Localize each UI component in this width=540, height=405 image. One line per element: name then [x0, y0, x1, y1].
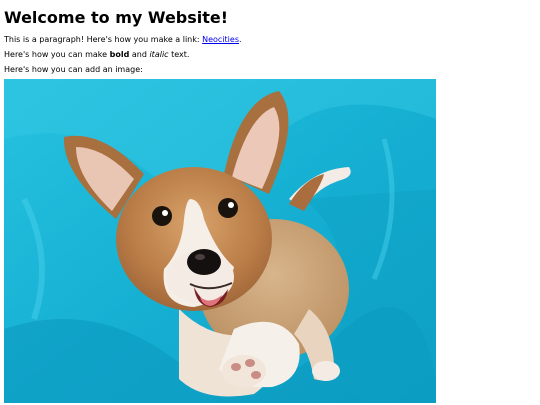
paragraph-styles-end: text.: [168, 50, 190, 59]
italic-text: italic: [149, 50, 169, 59]
paragraph-image-intro: Here's how you can add an image:: [4, 65, 143, 74]
bold-text: bold: [109, 50, 130, 59]
puppy-image: [4, 79, 436, 403]
paragraph-link-end: .: [239, 35, 242, 44]
page-title: Welcome to my Website!: [4, 8, 229, 27]
paragraph-link-text: This is a paragraph! Here's how you make…: [4, 35, 203, 44]
neocities-link[interactable]: Neocities: [202, 35, 239, 44]
page: Welcome to my Website! This is a paragra…: [0, 0, 540, 405]
paragraph-link: This is a paragraph! Here's how you make…: [4, 34, 242, 45]
paragraph-styles-middle: and: [129, 50, 150, 59]
paragraph-styles: Here's how you can make bold and italic …: [4, 49, 189, 60]
paragraph-styles-text: Here's how you can make: [4, 50, 110, 59]
